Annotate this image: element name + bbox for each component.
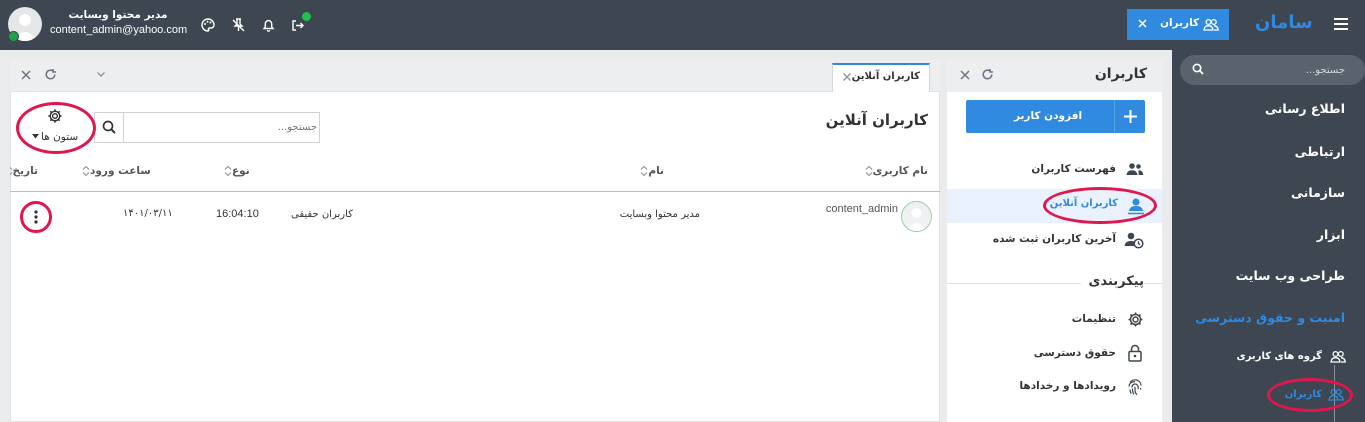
table-search [94, 112, 320, 143]
cell-login-time: 16:04:10 [216, 208, 259, 220]
users-icon [1126, 162, 1144, 176]
top-bar: مدیر محتوا وبسایت content_admin@yahoo.co… [0, 0, 1365, 50]
users-panel: کاربران افزودن کاربر فهرست کاربران کاربر… [947, 60, 1162, 422]
menu-item-label: رویدادها و رخدادها [1019, 380, 1116, 392]
row-actions-icon[interactable] [27, 208, 45, 226]
sidebar-item-organizational[interactable]: سازمانی [1291, 185, 1345, 200]
user-display-name: مدیر محتوا وبسایت [68, 9, 168, 21]
online-status-dot [8, 31, 19, 42]
user-email: content_admin@yahoo.com [50, 24, 188, 36]
menu-item-events[interactable]: رویدادها و رخدادها [1004, 377, 1144, 399]
cell-date: ۱۴۰۱/۰۳/۱۱ [123, 208, 173, 219]
close-icon[interactable] [959, 69, 971, 81]
add-user-button[interactable]: افزودن کاربر [966, 100, 1145, 133]
columns-label: ستون ها [41, 131, 79, 143]
menu-item-recent-users[interactable]: آخرین کاربران ثبت شده [984, 230, 1144, 252]
close-icon[interactable] [1136, 17, 1149, 30]
sort-icon [82, 165, 90, 177]
cell-name: مدیر محتوا وبسایت [619, 209, 700, 220]
brand-logo[interactable]: سامان [1255, 12, 1313, 33]
users-group-icon [1328, 388, 1344, 401]
sidebar-subitem-users[interactable]: کاربران [1272, 386, 1346, 406]
sidebar-search[interactable] [1180, 55, 1365, 85]
tab-online-users[interactable]: کاربران آنلاین [832, 63, 930, 92]
online-user-icon [1128, 197, 1144, 215]
sidebar-subitem-label: کاربران [1284, 389, 1322, 400]
menu-item-online-users[interactable]: کاربران آنلاین [1034, 196, 1144, 218]
open-tab-users[interactable]: کاربران [1127, 9, 1229, 40]
close-icon[interactable] [20, 69, 32, 81]
close-icon[interactable] [842, 72, 852, 82]
hamburger-menu-icon[interactable] [1333, 17, 1349, 31]
cell-type: کاربران حقیقی [291, 209, 353, 220]
column-header-type[interactable]: نوع [222, 165, 250, 177]
refresh-icon[interactable] [44, 68, 57, 81]
sidebar-subitem-user-groups[interactable]: گروه های کاربری [1237, 348, 1346, 368]
gear-icon [47, 108, 63, 124]
main-tab-bar [10, 60, 940, 92]
users-group-icon [1203, 18, 1219, 31]
connection-status-dot [302, 12, 311, 21]
menu-item-label: فهرست کاربران [1031, 163, 1116, 175]
menu-item-label: تنظیمات [1071, 313, 1116, 325]
tab-label: کاربران آنلاین [851, 71, 920, 82]
search-icon [1192, 63, 1204, 75]
column-header-date[interactable]: تاریخ [10, 165, 38, 177]
users-panel-title: کاربران [1094, 66, 1147, 82]
chevron-down-icon[interactable] [96, 70, 106, 78]
menu-item-label: آخرین کاربران ثبت شده [992, 233, 1116, 245]
user-clock-icon [1124, 231, 1144, 249]
caret-down-icon [32, 134, 39, 139]
pin-off-icon[interactable] [229, 16, 247, 34]
sidebar-item-security[interactable]: امنیت و حقوق دسترسی [1195, 310, 1345, 325]
config-section-title: پیکربندی [1080, 274, 1144, 289]
column-header-date-clip: تاریخ [10, 159, 38, 189]
column-header-login-time[interactable]: ساعت ورود [80, 165, 151, 177]
users-group-icon [1330, 350, 1346, 363]
plus-icon [1114, 100, 1145, 133]
columns-button[interactable]: ستون ها [28, 108, 88, 148]
table-row[interactable]: content_admin مدیر محتوا وبسایت کاربران … [10, 193, 940, 239]
table-header: نام کاربری نام نوع ساعت ورود تاریخ [10, 159, 940, 192]
fingerprint-icon [1127, 378, 1143, 396]
column-header-username[interactable]: نام کاربری [863, 165, 928, 177]
search-button[interactable] [95, 113, 124, 142]
palette-icon[interactable] [199, 16, 217, 34]
sort-icon [224, 165, 232, 177]
sidebar-item-communication[interactable]: ارتباطی [1295, 144, 1345, 159]
add-user-label: افزودن کاربر [1013, 110, 1083, 122]
menu-item-user-list[interactable]: فهرست کاربران [1024, 160, 1144, 182]
sort-icon [865, 165, 873, 177]
sidebar-item-tools[interactable]: ابزار [1317, 227, 1345, 242]
refresh-icon[interactable] [981, 68, 994, 81]
menu-item-settings[interactable]: تنظیمات [1044, 310, 1144, 332]
lock-icon [1128, 344, 1142, 362]
sidebar-search-input[interactable] [1210, 61, 1345, 79]
menu-item-label: حقوق دسترسی [1033, 347, 1116, 359]
gear-icon [1127, 311, 1144, 328]
menu-item-access-rights[interactable]: حقوق دسترسی [1034, 344, 1144, 366]
page-title: کاربران آنلاین [825, 111, 928, 129]
avatar [901, 201, 932, 232]
cell-username: content_admin [825, 203, 898, 215]
sidebar-subitem-label: گروه های کاربری [1236, 351, 1322, 362]
column-header-name[interactable]: نام [638, 165, 664, 177]
open-tab-label: کاربران [1160, 17, 1200, 29]
table-search-input[interactable] [127, 119, 317, 136]
sidebar-item-notification[interactable]: اطلاع رسانی [1265, 101, 1345, 116]
bell-icon[interactable] [259, 16, 277, 34]
menu-item-label: کاربران آنلاین [1049, 198, 1118, 209]
sidebar-item-website-design[interactable]: طراحی وب سایت [1236, 268, 1345, 283]
